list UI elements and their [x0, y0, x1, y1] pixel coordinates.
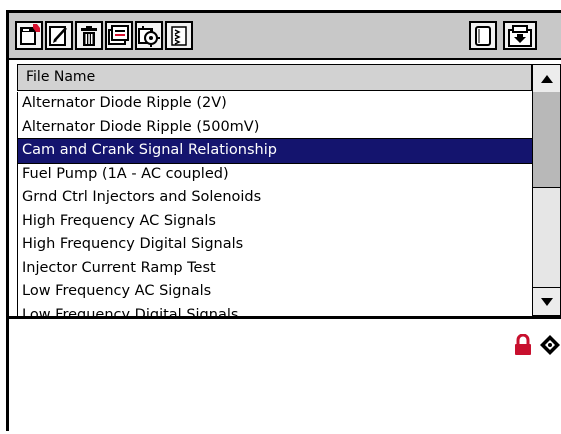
arrow-up-icon: [540, 74, 553, 83]
print-icon: [108, 24, 129, 45]
delete-button[interactable]: [75, 21, 103, 50]
list-item[interactable]: Grnd Ctrl Injectors and Solenoids: [18, 186, 533, 210]
list-item[interactable]: Alternator Diode Ripple (500mV): [18, 116, 533, 140]
new-file-button[interactable]: [15, 21, 43, 50]
blank-page-button[interactable]: [469, 21, 497, 50]
file-browser-window: File Name Alternator Diode Ripple (2V) A…: [6, 10, 561, 434]
list-button[interactable]: [165, 21, 193, 50]
save-icon: [508, 24, 532, 47]
tools-icon: [138, 25, 160, 47]
scroll-up-button[interactable]: [533, 65, 560, 93]
lock-icon: [515, 334, 531, 355]
arrow-down-icon: [540, 297, 553, 306]
diamond-nav-icon[interactable]: [539, 333, 561, 357]
trash-icon: [81, 25, 97, 46]
status-icons: [513, 333, 561, 357]
list-item[interactable]: Injector Current Ramp Test: [18, 257, 533, 281]
print-button[interactable]: [105, 21, 133, 50]
save-button[interactable]: [503, 21, 537, 50]
blank-page-icon: [475, 25, 491, 46]
edit-icon: [49, 25, 67, 46]
file-list-pane: File Name Alternator Diode Ripple (2V) A…: [9, 60, 561, 319]
list-item[interactable]: Alternator Diode Ripple (2V): [18, 92, 533, 116]
list-icon: [171, 25, 187, 46]
list-item[interactable]: High Frequency Digital Signals: [18, 233, 533, 257]
list-item[interactable]: Low Frequency Digital Signals: [18, 304, 533, 317]
toolbar: [9, 13, 561, 60]
list-item[interactable]: Fuel Pump (1A - AC coupled): [18, 163, 533, 187]
column-header-file-name[interactable]: File Name: [17, 64, 532, 91]
edit-button[interactable]: [45, 21, 73, 50]
scroll-thumb[interactable]: [533, 92, 560, 188]
vertical-scrollbar[interactable]: [532, 64, 561, 316]
new-file-icon: [20, 24, 40, 45]
list-item-selected[interactable]: Cam and Crank Signal Relationship: [18, 138, 533, 164]
list-item[interactable]: High Frequency AC Signals: [18, 210, 533, 234]
scroll-track[interactable]: [533, 188, 560, 288]
scroll-down-button[interactable]: [533, 287, 560, 315]
file-list: Alternator Diode Ripple (2V) Alternator …: [17, 92, 533, 316]
detail-pane: [9, 319, 561, 434]
list-item[interactable]: Low Frequency AC Signals: [18, 280, 533, 304]
tools-button[interactable]: [135, 21, 163, 50]
